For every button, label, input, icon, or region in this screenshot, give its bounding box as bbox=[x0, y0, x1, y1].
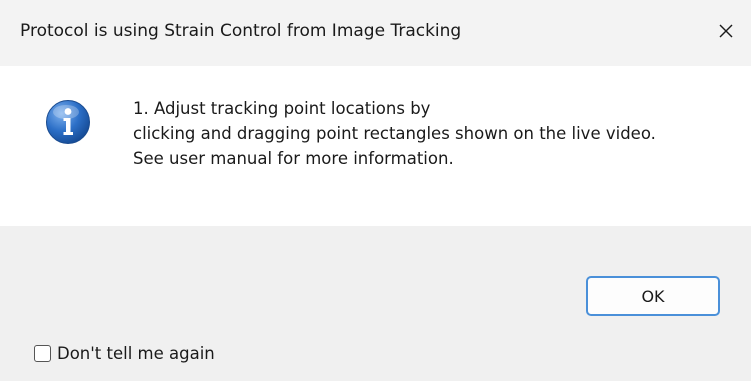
window-title: Protocol is using Strain Control from Im… bbox=[20, 21, 462, 41]
message-line: See user manual for more information. bbox=[133, 149, 454, 168]
close-icon bbox=[719, 24, 733, 38]
title-bar: Protocol is using Strain Control from Im… bbox=[0, 0, 751, 66]
info-icon bbox=[46, 100, 90, 144]
message-area: 1. Adjust tracking point locations by cl… bbox=[0, 66, 751, 226]
dont-tell-again-checkbox-row[interactable]: Don't tell me again bbox=[34, 344, 215, 363]
message-line: 1. Adjust tracking point locations by bbox=[133, 99, 431, 118]
dont-tell-again-checkbox[interactable] bbox=[34, 345, 51, 362]
close-button[interactable] bbox=[709, 14, 743, 48]
dialog-footer: OK Don't tell me again bbox=[0, 226, 751, 381]
message-text: 1. Adjust tracking point locations by cl… bbox=[133, 96, 656, 171]
message-line: clicking and dragging point rectangles s… bbox=[133, 124, 656, 143]
checkbox-label: Don't tell me again bbox=[57, 344, 215, 363]
ok-button[interactable]: OK bbox=[586, 276, 720, 316]
message-dialog: Protocol is using Strain Control from Im… bbox=[0, 0, 751, 381]
